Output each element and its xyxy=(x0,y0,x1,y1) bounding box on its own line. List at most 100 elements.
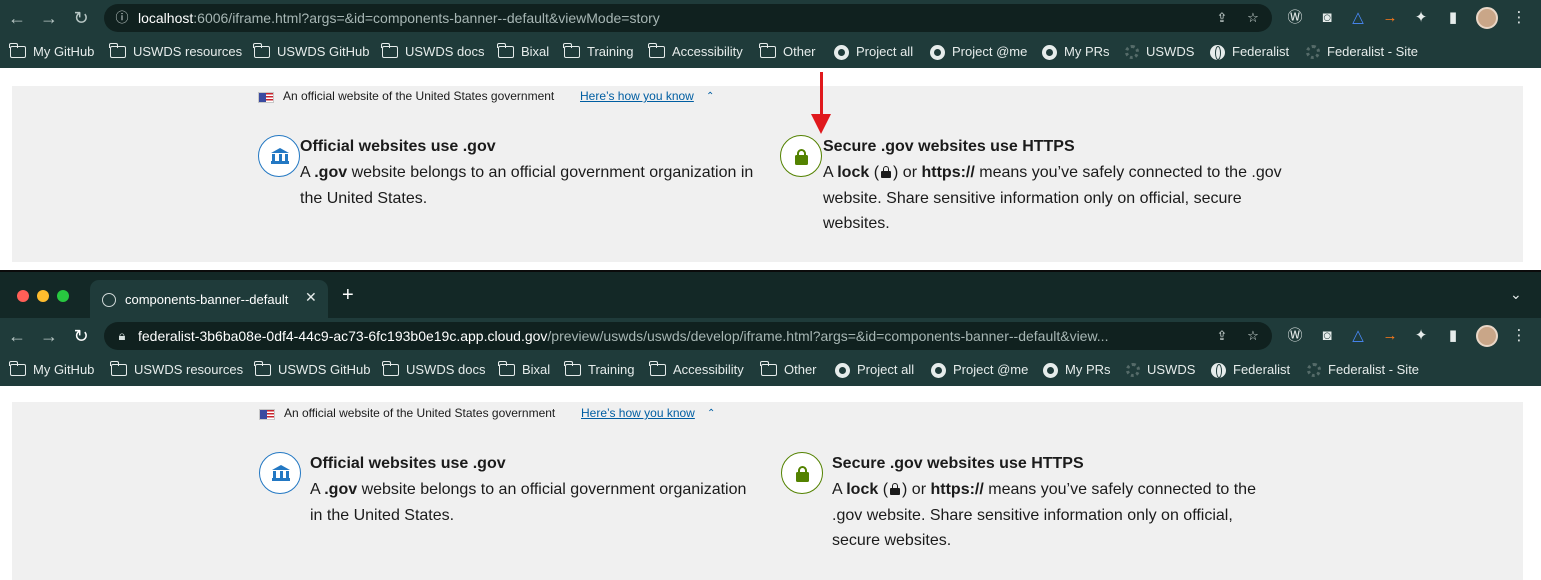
bookmark-bixal[interactable]: Bixal xyxy=(498,361,550,378)
menu-kebab-icon[interactable]: ⋮ xyxy=(1510,327,1528,345)
github-icon xyxy=(835,362,850,378)
bookmark-training[interactable]: Training xyxy=(563,43,633,60)
bookmark-bixal[interactable]: Bixal xyxy=(497,43,550,60)
official-website-text: An official website of the United States… xyxy=(284,406,556,420)
extension-triangle-icon[interactable]: △ xyxy=(1349,327,1367,345)
bookmark-accessibility[interactable]: Accessibility xyxy=(648,43,743,60)
bookmark-label: USWDS xyxy=(1146,44,1195,59)
extension-triangle-icon[interactable]: △ xyxy=(1349,9,1367,27)
bookmark-uswds[interactable]: USWDS xyxy=(1125,44,1194,60)
bookmark-label: USWDS resources xyxy=(134,362,244,377)
bookmark-other[interactable]: Other xyxy=(759,43,816,60)
heres-how-you-know-link[interactable]: Here’s how you know xyxy=(581,406,695,420)
dotgov-icon xyxy=(259,452,301,494)
bookmark-uswds-github[interactable]: USWDS GitHub xyxy=(253,43,369,60)
bookmark-label: Federalist xyxy=(1233,362,1291,377)
bookmark-federalist-site[interactable]: Federalist - Site xyxy=(1306,44,1418,60)
bookmark-uswds-docs[interactable]: USWDS docs xyxy=(382,361,485,378)
extension-camera-icon[interactable]: ◙ xyxy=(1318,9,1336,27)
folder-icon xyxy=(648,43,665,58)
annotation-arrow xyxy=(820,72,823,116)
chevron-up-icon[interactable]: ⌃ xyxy=(706,91,714,102)
sidebar-icon[interactable]: ▮ xyxy=(1444,9,1462,27)
bookmark-my-prs[interactable]: My PRs xyxy=(1042,44,1110,60)
reload-icon[interactable]: ↻ xyxy=(70,325,92,347)
dotgov-title: Official websites use .gov xyxy=(310,455,506,472)
bookmark-my-prs[interactable]: My PRs xyxy=(1043,362,1111,378)
bookmark-project-all[interactable]: Project all xyxy=(835,362,914,378)
tab-components-banner[interactable]: components-banner--default ✕ xyxy=(90,280,328,320)
share-icon[interactable]: ⇪ xyxy=(1214,10,1230,26)
close-window-button[interactable] xyxy=(17,290,29,302)
address-bar[interactable]: 🔒︎ federalist-3b6ba08e-0df4-44c9-ac73-6f… xyxy=(104,322,1272,350)
close-icon[interactable]: ✕ xyxy=(305,289,317,306)
lock-icon[interactable]: 🔒︎ xyxy=(114,328,130,344)
github-icon xyxy=(834,44,849,60)
address-bar[interactable]: ⓘ localhost:6006/iframe.html?args=&id=co… xyxy=(104,4,1272,32)
folder-icon xyxy=(9,361,26,376)
extension-arrow-icon[interactable]: → xyxy=(1381,9,1399,27)
bookmark-my-github[interactable]: My GitHub xyxy=(9,361,94,378)
bookmark-uswds-docs[interactable]: USWDS docs xyxy=(381,43,485,60)
folder-icon xyxy=(760,361,777,376)
bookmarks-bar: My GitHub USWDS resources USWDS GitHub U… xyxy=(0,354,1541,386)
bookmark-uswds-resources[interactable]: USWDS resources xyxy=(109,43,242,60)
bookmark-star-icon[interactable]: ☆ xyxy=(1245,10,1261,26)
bookmark-training[interactable]: Training xyxy=(564,361,634,378)
bookmark-uswds-github[interactable]: USWDS GitHub xyxy=(254,361,371,378)
back-arrow-icon[interactable]: ← xyxy=(6,7,28,29)
github-icon xyxy=(1043,362,1058,378)
back-arrow-icon[interactable]: ← xyxy=(6,325,28,347)
bookmark-federalist[interactable]: Federalist xyxy=(1211,362,1290,378)
extensions-puzzle-icon[interactable]: ✦ xyxy=(1412,9,1430,27)
bookmark-label: Bixal xyxy=(521,44,550,59)
new-tab-plus-icon[interactable]: + xyxy=(342,284,354,307)
gear-icon xyxy=(1126,363,1140,377)
bookmark-federalist-site[interactable]: Federalist - Site xyxy=(1307,362,1419,378)
profile-avatar[interactable] xyxy=(1476,7,1498,29)
menu-kebab-icon[interactable]: ⋮ xyxy=(1510,9,1528,27)
extension-camera-icon[interactable]: ◙ xyxy=(1318,327,1336,345)
chevron-up-icon[interactable]: ⌃ xyxy=(707,408,715,419)
forward-arrow-icon[interactable]: → xyxy=(38,325,60,347)
gear-icon xyxy=(1306,45,1320,59)
zoom-window-button[interactable] xyxy=(57,290,69,302)
info-icon[interactable]: ⓘ xyxy=(114,10,130,26)
extension-w-icon[interactable]: Ⓦ xyxy=(1286,9,1304,27)
bookmark-project-all[interactable]: Project all xyxy=(834,44,913,60)
extension-arrow-icon[interactable]: → xyxy=(1381,327,1399,345)
https-title: Secure .gov websites use HTTPS xyxy=(823,138,1075,155)
bookmark-uswds-resources[interactable]: USWDS resources xyxy=(110,361,244,378)
bookmark-label: USWDS docs xyxy=(405,44,485,59)
minimize-window-button[interactable] xyxy=(37,290,49,302)
profile-avatar[interactable] xyxy=(1476,325,1498,347)
bookmark-project-me[interactable]: Project @me xyxy=(930,44,1027,60)
forward-arrow-icon[interactable]: → xyxy=(38,7,60,29)
gear-icon xyxy=(1307,363,1321,377)
bookmark-star-icon[interactable]: ☆ xyxy=(1245,328,1261,344)
bookmark-project-me[interactable]: Project @me xyxy=(931,362,1028,378)
extensions-puzzle-icon[interactable]: ✦ xyxy=(1412,327,1430,345)
bookmark-uswds[interactable]: USWDS xyxy=(1126,362,1195,378)
sidebar-icon[interactable]: ▮ xyxy=(1444,327,1462,345)
bookmark-label: USWDS GitHub xyxy=(278,362,371,377)
bookmark-other[interactable]: Other xyxy=(760,361,817,378)
bookmark-my-github[interactable]: My GitHub xyxy=(9,43,94,60)
github-icon xyxy=(931,362,946,378)
bookmark-federalist[interactable]: Federalist xyxy=(1210,44,1289,60)
share-icon[interactable]: ⇪ xyxy=(1214,328,1230,344)
gear-icon xyxy=(1125,45,1139,59)
bookmark-accessibility[interactable]: Accessibility xyxy=(649,361,744,378)
bookmark-label: Other xyxy=(784,362,817,377)
reload-icon[interactable]: ↻ xyxy=(70,7,92,29)
chevron-down-icon[interactable]: ⌄ xyxy=(1510,286,1522,303)
official-website-text: An official website of the United States… xyxy=(283,89,555,103)
government-building-icon xyxy=(272,465,290,481)
lock-icon xyxy=(795,149,808,165)
extension-w-icon[interactable]: Ⓦ xyxy=(1286,327,1304,345)
folder-icon xyxy=(563,43,580,58)
globe-icon xyxy=(1211,362,1226,378)
folder-icon xyxy=(381,43,398,58)
heres-how-you-know-link[interactable]: Here’s how you know xyxy=(580,89,694,103)
bookmark-label: Accessibility xyxy=(672,44,743,59)
